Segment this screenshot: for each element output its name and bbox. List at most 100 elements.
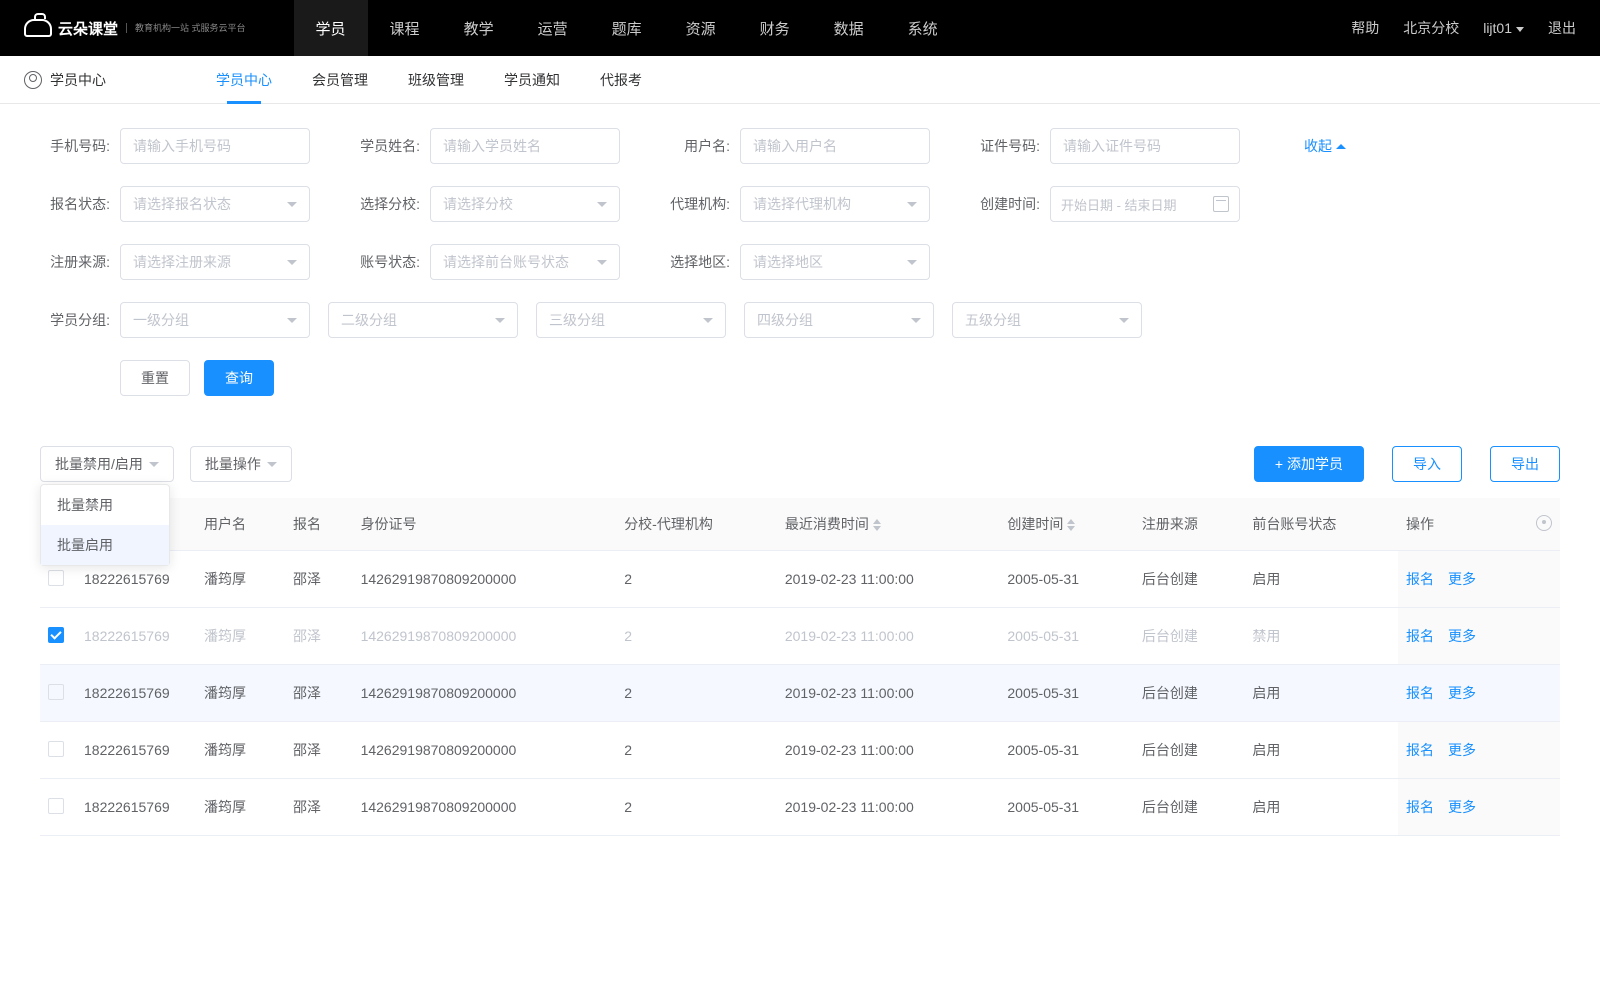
- filter-reg-source: 注册来源: 请选择注册来源: [40, 244, 310, 280]
- cell-phone: 18222615769: [76, 779, 196, 836]
- collapse-toggle[interactable]: 收起: [1304, 136, 1346, 156]
- reg-source-select[interactable]: 请选择注册来源: [120, 244, 310, 280]
- cell-status: 启用: [1244, 665, 1398, 722]
- cell-status: 启用: [1244, 779, 1398, 836]
- nav-item-3[interactable]: 运营: [516, 0, 590, 56]
- nav-item-6[interactable]: 财务: [738, 0, 812, 56]
- cell-create-time: 2005-05-31: [999, 665, 1134, 722]
- add-student-button[interactable]: + 添加学员: [1254, 446, 1364, 482]
- batch-disable-item[interactable]: 批量禁用: [41, 485, 169, 525]
- nav-item-1[interactable]: 课程: [368, 0, 442, 56]
- chevron-down-icon: [287, 318, 297, 323]
- account-status-select[interactable]: 请选择前台账号状态: [430, 244, 620, 280]
- chevron-down-icon: [907, 260, 917, 265]
- name-input[interactable]: [430, 128, 620, 164]
- more-action[interactable]: 更多: [1448, 799, 1476, 815]
- cell-branch: 2: [616, 779, 777, 836]
- col-header-8: 注册来源: [1134, 498, 1245, 551]
- cell-branch: 2: [616, 551, 777, 608]
- idcard-input[interactable]: [1050, 128, 1240, 164]
- cell-status: 启用: [1244, 722, 1398, 779]
- chevron-down-icon: [287, 202, 297, 207]
- cell-username: 潘筠厚: [196, 551, 285, 608]
- more-action[interactable]: 更多: [1448, 685, 1476, 701]
- agency-select[interactable]: 请选择代理机构: [740, 186, 930, 222]
- nav-item-0[interactable]: 学员: [294, 0, 368, 56]
- filter-region: 选择地区: 请选择地区: [660, 244, 930, 280]
- nav-item-2[interactable]: 教学: [442, 0, 516, 56]
- row-checkbox[interactable]: [48, 627, 64, 643]
- breadcrumb-text: 学员中心: [50, 70, 106, 90]
- cell-idcard: 14262919870809200000: [353, 608, 617, 665]
- nav-item-5[interactable]: 资源: [664, 0, 738, 56]
- sub-nav-item-4[interactable]: 代报考: [600, 58, 642, 102]
- gear-icon[interactable]: [1536, 515, 1552, 531]
- sub-nav-item-0[interactable]: 学员中心: [216, 58, 272, 102]
- search-button[interactable]: 查询: [204, 360, 274, 396]
- enroll-action[interactable]: 报名: [1406, 685, 1434, 701]
- batch-enable-item[interactable]: 批量启用: [41, 525, 169, 565]
- phone-input[interactable]: [120, 128, 310, 164]
- row-checkbox[interactable]: [48, 570, 64, 586]
- chevron-down-icon: [907, 202, 917, 207]
- sort-icon[interactable]: [873, 519, 881, 531]
- row-checkbox[interactable]: [48, 798, 64, 814]
- cell-branch: 2: [616, 722, 777, 779]
- branch-link[interactable]: 北京分校: [1403, 18, 1459, 38]
- logo-title: 云朵课堂: [58, 18, 118, 39]
- col-header-3: 报名: [285, 498, 353, 551]
- sort-icon[interactable]: [1067, 519, 1075, 531]
- enroll-status-select[interactable]: 请选择报名状态: [120, 186, 310, 222]
- enroll-action[interactable]: 报名: [1406, 571, 1434, 587]
- user-menu[interactable]: lijt01: [1483, 20, 1524, 36]
- batch-ops-dropdown[interactable]: 批量操作: [190, 446, 292, 482]
- user-icon: [24, 71, 42, 89]
- sub-nav-item-3[interactable]: 学员通知: [504, 58, 560, 102]
- sub-nav-item-1[interactable]: 会员管理: [312, 58, 368, 102]
- top-nav: 云朵课堂 教育机构一站 式服务云平台 学员课程教学运营题库资源财务数据系统 帮助…: [0, 0, 1600, 56]
- row-checkbox[interactable]: [48, 684, 64, 700]
- group-level-3-select[interactable]: 三级分组: [536, 302, 726, 338]
- cell-username: 潘筠厚: [196, 779, 285, 836]
- date-range-picker[interactable]: 开始日期 - 结束日期: [1050, 186, 1240, 222]
- more-action[interactable]: 更多: [1448, 628, 1476, 644]
- nav-right: 帮助 北京分校 lijt01 退出: [1351, 18, 1576, 38]
- cell-source: 后台创建: [1134, 551, 1245, 608]
- table-row: 18222615769潘筠厚邵泽142629198708092000002201…: [40, 665, 1560, 722]
- group-level-2-select[interactable]: 二级分组: [328, 302, 518, 338]
- filter-account-status: 账号状态: 请选择前台账号状态: [350, 244, 620, 280]
- table-row: 18222615769潘筠厚邵泽142629198708092000002201…: [40, 722, 1560, 779]
- group-level-4-select[interactable]: 四级分组: [744, 302, 934, 338]
- cell-create-time: 2005-05-31: [999, 551, 1134, 608]
- export-button[interactable]: 导出: [1490, 446, 1560, 482]
- more-action[interactable]: 更多: [1448, 742, 1476, 758]
- enroll-action[interactable]: 报名: [1406, 799, 1434, 815]
- student-table: 用户名报名身份证号分校-代理机构最近消费时间创建时间注册来源前台账号状态操作 1…: [40, 498, 1560, 836]
- import-button[interactable]: 导入: [1392, 446, 1462, 482]
- table-row: 18222615769潘筠厚邵泽142629198708092000002201…: [40, 551, 1560, 608]
- region-select[interactable]: 请选择地区: [740, 244, 930, 280]
- cell-idcard: 14262919870809200000: [353, 722, 617, 779]
- enroll-action[interactable]: 报名: [1406, 742, 1434, 758]
- nav-item-7[interactable]: 数据: [812, 0, 886, 56]
- help-link[interactable]: 帮助: [1351, 18, 1379, 38]
- sub-nav-item-2[interactable]: 班级管理: [408, 58, 464, 102]
- more-action[interactable]: 更多: [1448, 571, 1476, 587]
- cell-create-time: 2005-05-31: [999, 722, 1134, 779]
- nav-item-4[interactable]: 题库: [590, 0, 664, 56]
- batch-toggle-dropdown[interactable]: 批量禁用/启用: [40, 446, 174, 482]
- sub-nav: 学员中心 学员中心会员管理班级管理学员通知代报考: [0, 56, 1600, 104]
- username-input[interactable]: [740, 128, 930, 164]
- group-level-1-select[interactable]: 一级分组: [120, 302, 310, 338]
- filter-area: 手机号码: 学员姓名: 用户名: 证件号码: 收起 报名状态: 请选择报名状态 …: [0, 104, 1600, 430]
- enroll-action[interactable]: 报名: [1406, 628, 1434, 644]
- reset-button[interactable]: 重置: [120, 360, 190, 396]
- col-header-9: 前台账号状态: [1244, 498, 1398, 551]
- nav-item-8[interactable]: 系统: [886, 0, 960, 56]
- branch-select[interactable]: 请选择分校: [430, 186, 620, 222]
- logo-subtitle: 教育机构一站 式服务云平台: [126, 23, 246, 34]
- chevron-down-icon: [597, 260, 607, 265]
- group-level-5-select[interactable]: 五级分组: [952, 302, 1142, 338]
- logout-link[interactable]: 退出: [1548, 18, 1576, 38]
- row-checkbox[interactable]: [48, 741, 64, 757]
